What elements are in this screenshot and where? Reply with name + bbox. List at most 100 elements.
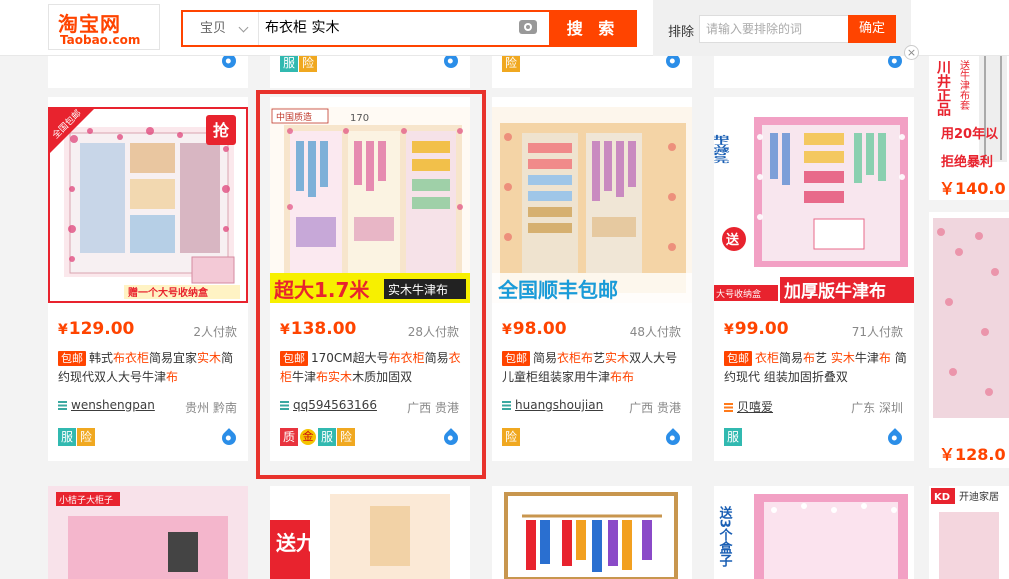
side-price-1: ￥140.0 [939, 179, 1006, 198]
title-keyword-highlight: 实木 [197, 351, 222, 365]
image-promo-text: 拍下立减20元 [714, 135, 730, 163]
side-ad-text-1: 川井正品 [935, 60, 952, 117]
product-card-next-1[interactable]: 小桔子大柜子 [48, 486, 248, 579]
shop-name[interactable]: huangshoujian [502, 398, 603, 412]
title-text: 170CM超大号 [311, 351, 389, 365]
sales-count: 2人付款 [193, 325, 237, 339]
shop-icon [502, 401, 511, 410]
quality-badge-icon[interactable]: 质 [280, 428, 298, 446]
title-keyword-highlight: 布衣柜 [388, 351, 425, 365]
chevron-down-icon [238, 22, 249, 33]
image-gift-label: 大号收纳盒 [716, 288, 761, 300]
shop-name[interactable]: qq594563166 [280, 398, 377, 412]
image-banner-text: 超大1.7米 [273, 278, 370, 302]
service-badges: 服 [724, 428, 743, 446]
side-ad-text-3: 用20年以 [940, 126, 998, 142]
insurance-badge-icon[interactable]: 险 [502, 428, 520, 446]
insurance-badge-icon: 险 [299, 54, 317, 72]
image-brand-text: 中国质造 [276, 111, 312, 123]
image-badge-text: 抢 [213, 121, 230, 140]
wangwang-icon[interactable] [441, 428, 461, 448]
product-image[interactable]: 全国包邮 抢 赠一个大号收纳盒 [48, 107, 248, 303]
shop-icon [58, 401, 67, 410]
product-card[interactable]: 全国顺丰包邮 ¥98.00 48人付款 包邮 简易衣柜布艺实木双人大号儿童柜组装家… [492, 97, 692, 461]
title-text: 简易 [424, 351, 449, 365]
service-badge-icon[interactable]: 服 [724, 428, 742, 446]
exclude-input[interactable]: 请输入要排除的词 [699, 15, 849, 43]
product-price: ¥138.00 [280, 319, 357, 339]
image-banner-text: 全国顺丰包邮 [497, 278, 618, 302]
title-keyword-highlight: 实木 [328, 370, 353, 384]
product-card[interactable]: 中国质造 170 超大1.7米 实木牛津布 ¥138.00 28人付款 包邮 17… [270, 97, 470, 461]
search-button[interactable]: 搜 索 [549, 10, 637, 47]
product-card[interactable]: 拍下立减20元 送 大号收纳盒 加厚版牛津布 ¥99.00 71人付款 包邮衣柜… [714, 97, 914, 461]
product-card[interactable]: 全国包邮 抢 赠一个大号收纳盒 ¥129.00 2人付款 包邮 韩式布衣柜简易宜家… [48, 97, 248, 461]
free-shipping-tag: 包邮 [502, 351, 530, 366]
title-keyword-highlight: 衣柜 [755, 351, 780, 365]
product-image[interactable]: 拍下立减20元 送 大号收纳盒 加厚版牛津布 [714, 107, 914, 303]
product-title[interactable]: 包邮 韩式布衣柜简易宜家实木简约现代双人大号牛津布 [58, 349, 242, 387]
title-keyword-highlight: 布布 [610, 370, 635, 384]
sales-count: 28人付款 [407, 325, 459, 339]
wangwang-icon[interactable] [885, 428, 905, 448]
product-image[interactable]: 中国质造 170 超大1.7米 实木牛津布 [270, 107, 470, 303]
side-product-card[interactable]: ￥128.0 [929, 212, 1009, 468]
insurance-badge-icon: 险 [502, 54, 520, 72]
wardrobe-image: 送3个盒子 [714, 486, 914, 579]
image-gift-text: 送 [725, 232, 740, 248]
product-image[interactable]: 全国顺丰包邮 [492, 107, 692, 303]
title-keyword-highlight: 布 [166, 370, 179, 384]
service-badge-icon: 服 [280, 54, 298, 72]
service-badges: 险 [502, 428, 521, 446]
shop-location: 广西 贵港 [407, 401, 459, 415]
shop-icon [724, 403, 733, 412]
title-text: 艺 [815, 351, 831, 365]
service-badge-icon[interactable]: 服 [318, 428, 336, 446]
title-keyword-highlight: 布 [878, 351, 891, 365]
brand-logo-text: KD [934, 492, 950, 503]
exclude-confirm-button[interactable]: 确定 [848, 15, 896, 43]
product-title[interactable]: 包邮 衣柜简易布艺 实木牛津布 简约现代 组装加固折叠双 [724, 349, 908, 387]
title-text: 牛津 [292, 370, 317, 384]
sales-count: 71人付款 [851, 325, 903, 339]
product-card-next-2[interactable]: 送九 [270, 486, 470, 579]
insurance-badge-icon[interactable]: 险 [337, 428, 355, 446]
title-keyword-highlight: 布衣柜 [113, 351, 150, 365]
wangwang-icon[interactable] [219, 428, 239, 448]
product-card-next-5[interactable]: KD 开迪家居 [929, 486, 1009, 579]
free-shipping-tag: 包邮 [724, 351, 752, 366]
shop-name[interactable]: wenshengpan [58, 398, 155, 412]
camera-icon[interactable] [519, 20, 537, 34]
product-card-next-4[interactable]: 送3个盒子 [714, 486, 914, 579]
brand-image: KD 开迪家居 [929, 486, 1009, 579]
side-price-2: ￥128.0 [939, 445, 1006, 464]
wangwang-icon[interactable] [663, 428, 683, 448]
brand-name-text: 开迪家居 [959, 490, 999, 503]
service-badge-icon[interactable]: 服 [58, 428, 76, 446]
search-category-select[interactable]: 宝贝 [183, 12, 259, 45]
wardrobe-image: 中国质造 170 超大1.7米 实木牛津布 [270, 107, 470, 303]
shop-name[interactable]: 贝嘻爱 [724, 398, 773, 415]
insurance-badge-icon[interactable]: 险 [77, 428, 95, 446]
title-text: 牛津 [854, 351, 879, 365]
image-banner-text: 送九 [276, 531, 316, 555]
shop-location: 贵州 黔南 [185, 401, 237, 415]
title-keyword-highlight: 衣柜布 [557, 351, 594, 365]
exclude-panel: 排除 请输入要排除的词 确定 [653, 0, 911, 56]
image-banner-text: 加厚版牛津布 [783, 281, 886, 302]
close-icon[interactable]: × [904, 45, 919, 60]
wardrobe-image: 送九 [270, 486, 470, 579]
image-dimension-text: 170 [350, 113, 369, 124]
search-input[interactable]: 布衣柜 实木 [265, 12, 515, 45]
product-card-next-3[interactable] [492, 486, 692, 579]
product-price: ¥129.00 [58, 319, 135, 339]
taobao-logo[interactable]: 淘宝网 Taobao.com [48, 4, 160, 50]
search-category-label: 宝贝 [200, 21, 227, 36]
product-title[interactable]: 包邮 170CM超大号布衣柜简易衣柜牛津布实木木质加固双 [280, 349, 464, 387]
shop-location: 广东 深圳 [851, 401, 903, 415]
side-ad-text-4: 拒绝暴利 [941, 154, 993, 170]
title-text: 简易 [533, 351, 558, 365]
side-product-image: ￥128.0 [929, 212, 1009, 468]
gold-badge-icon[interactable]: 金 [300, 429, 316, 445]
product-title[interactable]: 包邮 简易衣柜布艺实木双人大号儿童柜组装家用牛津布布 [502, 349, 686, 387]
